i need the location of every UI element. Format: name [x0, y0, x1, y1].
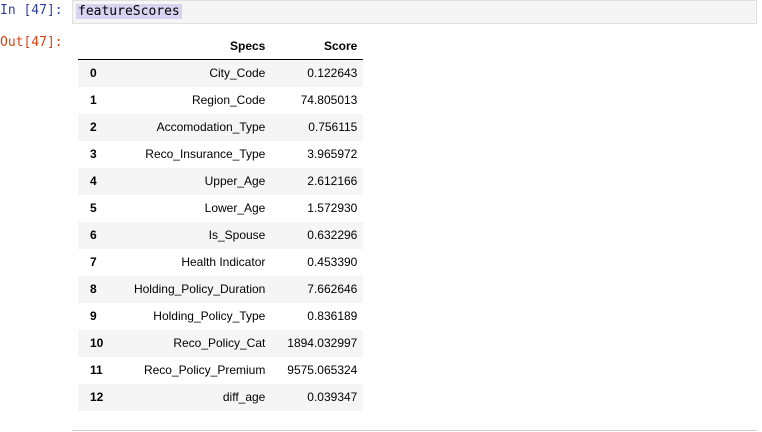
specs-cell: Upper_Age	[204, 174, 266, 188]
score-cell: 74.805013	[300, 93, 358, 107]
specs-header: Specs	[111, 33, 272, 60]
score-cell: 1894.032997	[287, 336, 358, 350]
score-cell: 0.122643	[307, 66, 358, 80]
specs-cell: Holding_Policy_Type	[153, 309, 266, 323]
row-index: 9	[90, 309, 97, 323]
table-row: 8 Holding_Policy_Duration 7.662646	[78, 276, 364, 303]
score-cell: 0.453390	[307, 255, 358, 269]
score-cell: 7.662646	[307, 282, 358, 296]
table-row: 2 Accomodation_Type 0.756115	[78, 114, 364, 141]
row-index: 5	[90, 201, 97, 215]
specs-cell: Accomodation_Type	[156, 120, 266, 134]
table-row: 9 Holding_Policy_Type 0.836189	[78, 303, 363, 330]
specs-cell: Reco_Policy_Cat	[173, 336, 266, 350]
output-prompt: Out[47]:	[0, 35, 63, 50]
score-cell: 0.039347	[307, 390, 358, 404]
specs-cell: Reco_Policy_Premium	[143, 363, 266, 377]
score-cell: 9575.065324	[287, 363, 358, 377]
input-cell[interactable]: In [47]: featureScores	[0, 0, 762, 30]
table-row: 1 Region_Code 74.805013	[78, 87, 363, 114]
table-row: 4 Upper_Age 2.612166	[78, 168, 364, 195]
input-prompt: In [47]:	[0, 3, 63, 18]
output-area: Specs Score 0 City_Code 0.122643 1 Region_Co…	[78, 33, 364, 411]
specs-cell: City_Code	[209, 66, 266, 80]
score-cell: 0.632296	[307, 228, 358, 242]
row-index: 7	[90, 255, 97, 269]
row-index: 4	[90, 174, 97, 188]
specs-cell: Reco_Insurance_Type	[145, 147, 266, 161]
table-row: 11 Reco_Policy_Premium 9575.065324	[78, 357, 363, 384]
table-header-row: Specs Score	[78, 33, 364, 60]
row-index: 2	[90, 120, 97, 134]
specs-cell: Lower_Age	[204, 201, 266, 215]
index-header	[78, 33, 112, 60]
code-input-area[interactable]: featureScores	[72, 0, 757, 24]
table-row: 0 City_Code 0.122643	[78, 59, 364, 87]
score-cell: 3.965972	[307, 147, 358, 161]
table-row: 10 Reco_Policy_Cat 1894.032997	[78, 330, 364, 357]
table-row: 12 diff_age 0.039347	[78, 384, 364, 411]
specs-cell: Region_Code	[191, 93, 266, 107]
table-row: 5 Lower_Age 1.572930	[78, 195, 363, 222]
score-header: Score	[271, 33, 364, 60]
specs-cell: Is_Spouse	[208, 228, 266, 242]
specs-cell: diff_age	[222, 390, 266, 404]
row-index: 11	[90, 363, 103, 377]
table-row: 3 Reco_Insurance_Type 3.965972	[78, 141, 363, 168]
specs-cell: Health Indicator	[181, 255, 266, 269]
score-cell: 0.836189	[307, 309, 358, 323]
score-cell: 2.612166	[307, 174, 358, 188]
cell-divider	[72, 430, 757, 431]
score-cell: 0.756115	[308, 120, 358, 134]
row-index: 0	[90, 66, 97, 80]
table-body: 0 City_Code 0.122643 1 Region_Code 74.805013 2…	[78, 59, 364, 411]
row-index: 10	[90, 336, 104, 350]
row-index: 3	[90, 147, 97, 161]
score-cell: 1.572930	[307, 201, 358, 215]
table-row: 6 Is_Spouse 0.632296	[78, 222, 364, 249]
row-index: 8	[90, 282, 97, 296]
table-row: 7 Health Indicator 0.453390	[78, 249, 363, 276]
code-text[interactable]: featureScores	[76, 4, 182, 19]
row-index: 12	[90, 390, 104, 404]
dataframe-table: Specs Score 0 City_Code 0.122643 1 Region_Co…	[78, 33, 364, 411]
row-index: 6	[90, 228, 97, 242]
row-index: 1	[90, 93, 97, 107]
specs-cell: Holding_Policy_Duration	[133, 282, 266, 296]
